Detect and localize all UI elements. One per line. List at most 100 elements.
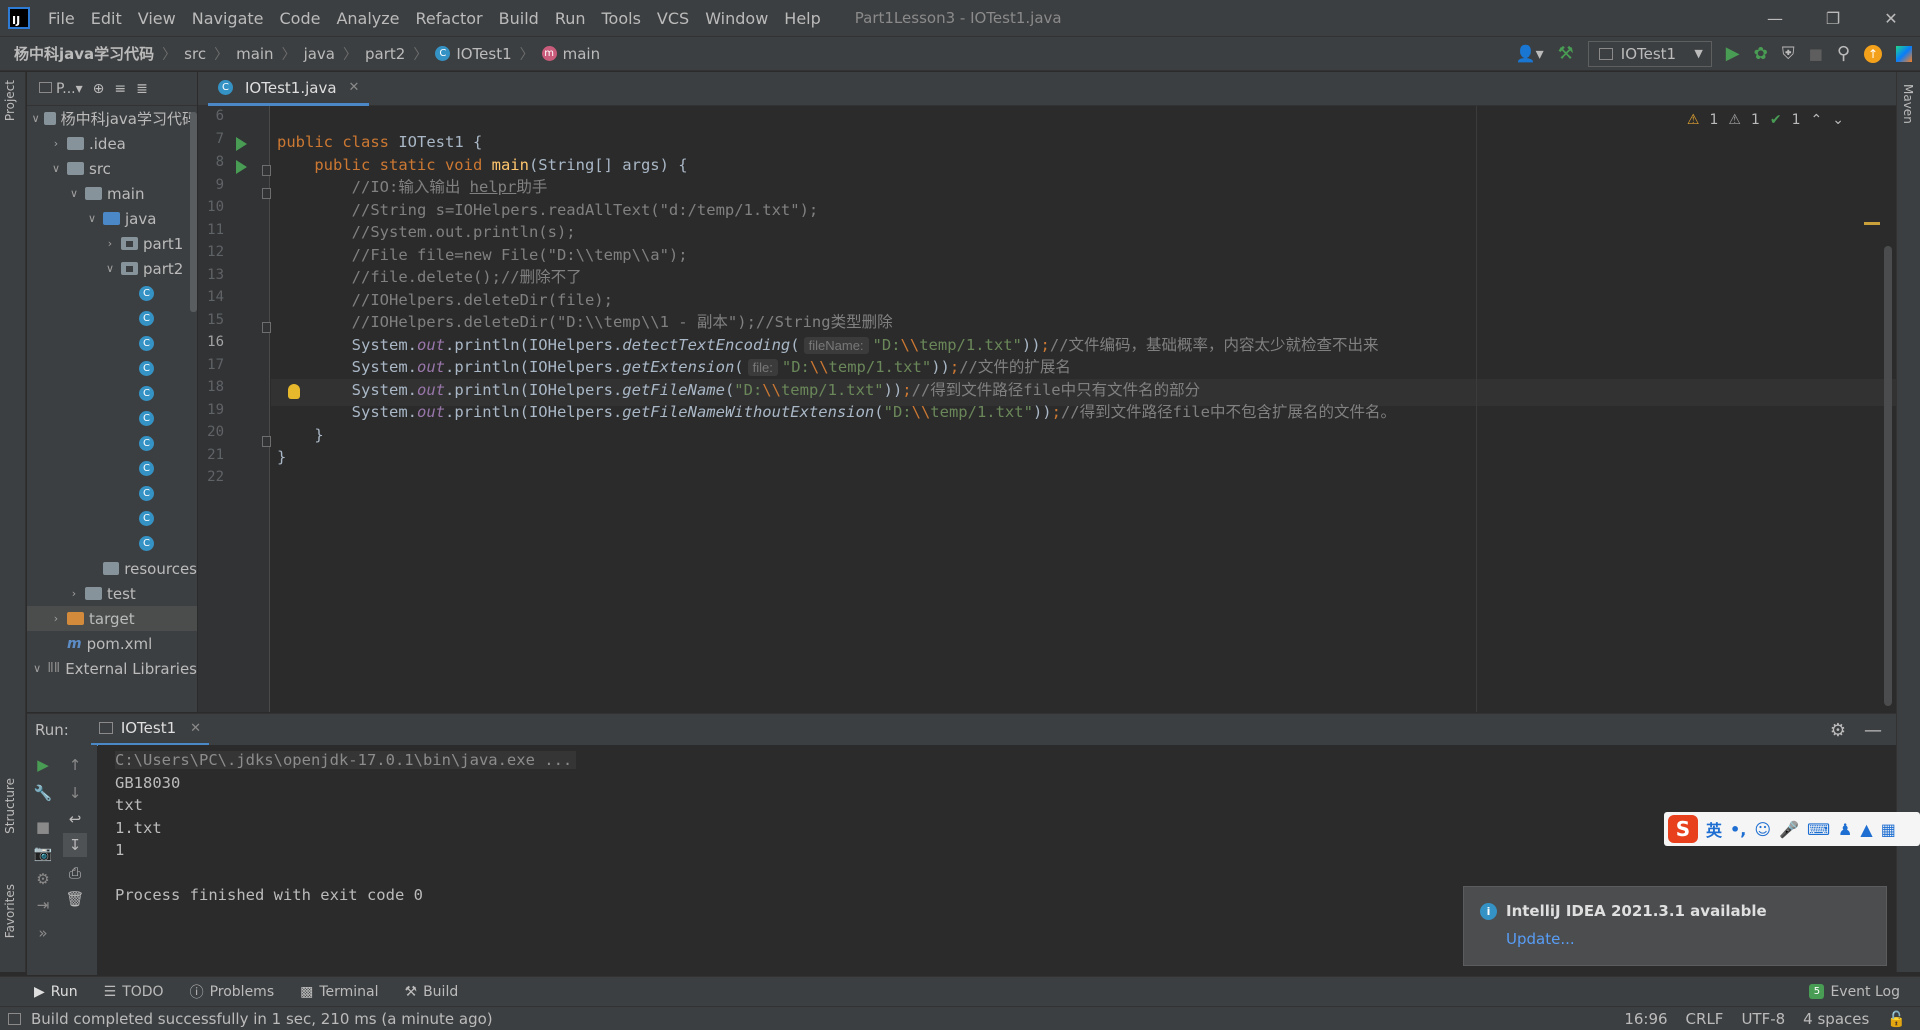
fold-icon[interactable] — [262, 165, 271, 176]
status-message[interactable]: Build completed successfully in 1 sec, 2… — [31, 1010, 493, 1028]
grid-icon[interactable]: ▦ — [1881, 820, 1896, 839]
tab-maven[interactable]: Maven — [1901, 84, 1915, 124]
tab-project[interactable]: Project — [3, 80, 17, 121]
expand-all-icon[interactable]: ≡ — [114, 81, 126, 97]
tree-item[interactable]: resources — [27, 556, 197, 581]
tree-item[interactable]: ∨ 杨中科java学习代码 — [27, 106, 197, 131]
cursor-position[interactable]: 16:96 — [1624, 1010, 1667, 1028]
arrow-up-icon[interactable]: ↑ — [63, 753, 87, 777]
coverage-icon[interactable]: ⛨ — [1782, 44, 1795, 64]
tool-tab-problems[interactable]: ⓘ Problems — [190, 982, 275, 1002]
build-hammer-icon[interactable]: ⚒ — [1558, 43, 1574, 64]
chevron-down-icon[interactable]: ∨ — [67, 187, 81, 200]
locate-icon[interactable]: ⊕ — [93, 81, 105, 97]
sogou-logo-icon[interactable]: S — [1668, 815, 1698, 843]
ime-mode-label[interactable]: 英 — [1706, 817, 1722, 841]
keyboard-icon[interactable]: ⌨ — [1807, 820, 1830, 839]
tree-item[interactable]: ∨ part2 — [27, 256, 197, 281]
soft-wrap-icon[interactable]: ↩ — [63, 807, 87, 831]
tool-tab-run[interactable]: ▶ Run — [34, 984, 78, 1000]
chevron-down-icon[interactable]: ∨ — [31, 112, 40, 125]
stop-icon[interactable]: ■ — [1809, 45, 1823, 63]
arrow-down-icon[interactable]: ↓ — [63, 781, 87, 805]
fold-icon[interactable] — [262, 188, 271, 199]
tree-item[interactable]: C — [27, 531, 197, 556]
breadcrumb-class[interactable]: C IOTest1 — [435, 45, 512, 63]
menu-edit[interactable]: Edit — [83, 9, 130, 28]
chevron-down-icon[interactable]: ∨ — [85, 212, 99, 225]
tree-item[interactable]: ∨ ⅡⅡ External Libraries — [27, 656, 197, 681]
menu-code[interactable]: Code — [272, 9, 329, 28]
tree-item[interactable]: m pom.xml — [27, 631, 197, 656]
lock-icon[interactable]: 🔓 — [1887, 1010, 1906, 1028]
wrench-icon[interactable]: 🔧 — [31, 781, 55, 805]
chevron-right-icon[interactable]: › — [49, 137, 63, 150]
punctuation-icon[interactable]: •, — [1730, 820, 1746, 839]
menu-view[interactable]: View — [130, 9, 184, 28]
chevron-down-icon[interactable]: ∨ — [103, 262, 117, 275]
tree-item[interactable]: C — [27, 481, 197, 506]
menu-build[interactable]: Build — [491, 9, 547, 28]
camera-icon[interactable]: 📷 — [31, 841, 55, 865]
run-config-select[interactable]: IOTest1 ▼ — [1587, 40, 1712, 67]
tool-tab-terminal[interactable]: ▩ Terminal — [300, 984, 378, 1000]
tree-item[interactable]: › target — [27, 606, 197, 631]
stop-icon[interactable]: ■ — [31, 815, 55, 839]
menu-vcs[interactable]: VCS — [649, 9, 697, 28]
status-panel-icon[interactable] — [8, 1012, 21, 1025]
debug-icon[interactable]: ✿ — [1754, 44, 1768, 64]
user-icon[interactable]: ♟ — [1838, 820, 1852, 839]
menu-file[interactable]: File — [40, 9, 83, 28]
tree-item[interactable]: C — [27, 306, 197, 331]
toolbox-icon[interactable] — [1896, 45, 1912, 62]
tree-item[interactable]: ∨ src — [27, 156, 197, 181]
tab-iotest1[interactable]: C IOTest1.java ✕ — [208, 72, 370, 106]
breadcrumb-part2[interactable]: part2 — [365, 45, 405, 63]
run-tab-iotest1[interactable]: IOTest1 ✕ — [90, 714, 210, 746]
menu-help[interactable]: Help — [776, 9, 828, 28]
restore-icon[interactable]: ❐ — [1804, 0, 1862, 36]
file-encoding[interactable]: UTF-8 — [1741, 1010, 1785, 1028]
menu-run[interactable]: Run — [547, 9, 594, 28]
event-log-tab[interactable]: 5 Event Log — [1809, 984, 1900, 1000]
tab-favorites[interactable]: Favorites — [3, 884, 17, 938]
tree-item[interactable]: › test — [27, 581, 197, 606]
settings-icon[interactable]: ⚙ — [31, 867, 55, 891]
microphone-icon[interactable]: 🎤 — [1779, 820, 1799, 839]
chevron-right-icon[interactable]: › — [49, 612, 63, 625]
chevron-down-icon[interactable]: ⌄ — [1832, 112, 1844, 128]
print-icon[interactable]: ⎙ — [63, 861, 87, 885]
tool-tab-build[interactable]: ⚒ Build — [405, 984, 459, 1000]
project-scrollbar[interactable] — [190, 112, 197, 312]
more-icon[interactable]: » — [31, 921, 55, 945]
skin-icon[interactable]: ▲ — [1860, 820, 1872, 839]
breadcrumb-java[interactable]: java — [304, 45, 335, 63]
console-command[interactable]: C:\Users\PC\.jdks\openjdk-17.0.1\bin\jav… — [115, 751, 577, 769]
chevron-down-icon[interactable]: ∨ — [49, 162, 63, 175]
warning-marker[interactable] — [1864, 222, 1880, 225]
scroll-to-end-icon[interactable]: ↧ — [63, 833, 87, 857]
close-tab-icon[interactable]: ✕ — [190, 721, 201, 736]
menu-tools[interactable]: Tools — [594, 9, 649, 28]
gear-icon[interactable]: ⚙ — [1830, 720, 1846, 741]
tree-item[interactable]: ∨ main — [27, 181, 197, 206]
chevron-right-icon[interactable]: › — [103, 237, 117, 250]
tree-item[interactable]: ∨ java — [27, 206, 197, 231]
code-editor[interactable]: 6 7 8 9 10 11 12 13 14 15 16 17 18 19 20… — [198, 106, 1896, 712]
search-icon[interactable]: ⚲ — [1837, 43, 1850, 64]
update-link[interactable]: Update... — [1506, 930, 1575, 948]
fold-icon[interactable] — [262, 322, 271, 333]
fold-icon[interactable] — [262, 436, 271, 447]
emoji-icon[interactable]: ☺ — [1754, 820, 1771, 839]
editor-scrollbar[interactable] — [1884, 246, 1892, 706]
tree-item[interactable]: › part1 — [27, 231, 197, 256]
tree-item[interactable]: C — [27, 431, 197, 456]
run-gutter-icon[interactable] — [236, 137, 247, 151]
breadcrumb-project[interactable]: 杨中科java学习代码 — [14, 43, 154, 64]
menu-analyze[interactable]: Analyze — [328, 9, 407, 28]
tool-tab-todo[interactable]: ☰ TODO — [104, 984, 164, 1000]
tree-item[interactable]: C — [27, 406, 197, 431]
rerun-icon[interactable]: ▶ — [31, 753, 55, 777]
chevron-right-icon[interactable]: › — [67, 587, 81, 600]
run-gutter-icon[interactable] — [236, 160, 247, 174]
